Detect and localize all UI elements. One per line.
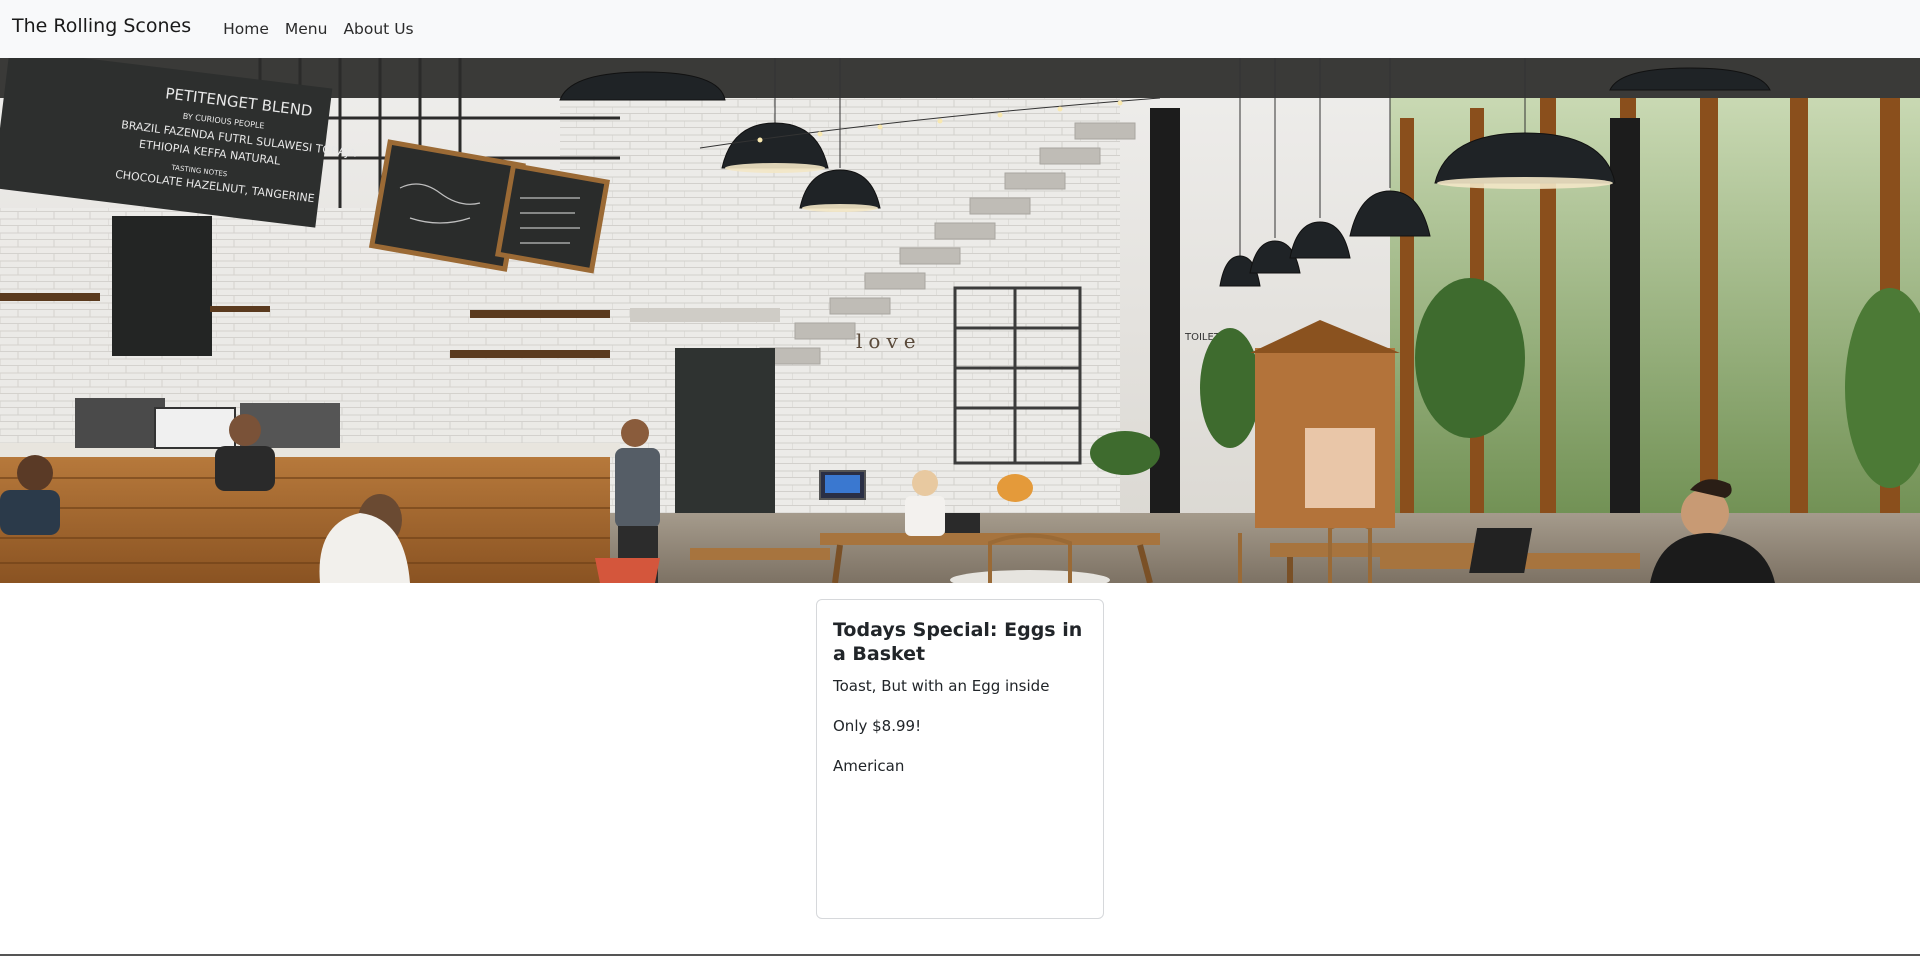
special-price: Only $8.99! [833,717,922,735]
brand-link[interactable]: The Rolling Scones [12,15,191,37]
special-cuisine: American [833,757,905,775]
special-description: Toast, But with an Egg inside [833,677,1050,695]
hero-cafe-image: PETITENGET BLEND BY CURIOUS PEOPLE BRAZI… [0,58,1920,583]
nav-link-menu[interactable]: Menu [277,12,336,46]
navbar: The Rolling Scones Home Menu About Us [0,0,1920,58]
nav-link-about-us[interactable]: About Us [335,12,421,46]
nav-links: Home Menu About Us [215,20,422,39]
nav-link-home[interactable]: Home [215,12,277,46]
cafe-interior-illustration: PETITENGET BLEND BY CURIOUS PEOPLE BRAZI… [0,58,1920,583]
wall-letters: love [856,329,922,353]
todays-special-card: Todays Special: Eggs in a Basket Toast, … [816,599,1104,919]
special-title: Todays Special: Eggs in a Basket [833,619,1083,665]
